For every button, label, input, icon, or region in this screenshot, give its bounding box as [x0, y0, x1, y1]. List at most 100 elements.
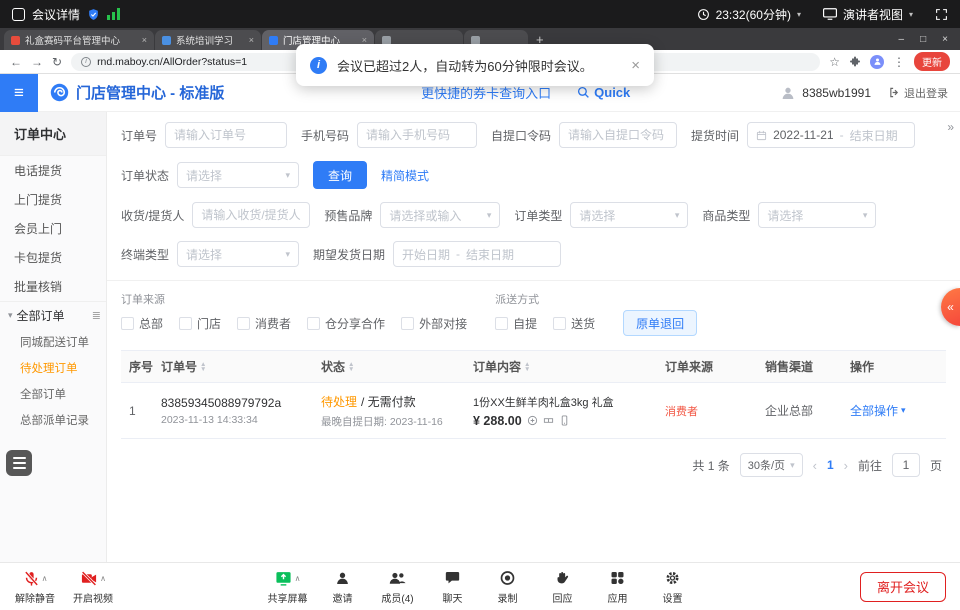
sidebar-group-all-orders[interactable]: ▾ 全部订单 ≣: [0, 301, 106, 329]
site-info-icon[interactable]: i: [81, 57, 91, 67]
all-actions-dropdown[interactable]: 全部操作 ▾: [850, 402, 946, 419]
close-tab-icon[interactable]: ×: [249, 35, 254, 45]
checkbox-external[interactable]: 外部对接: [401, 315, 467, 332]
goods-type-select[interactable]: 请选择 ▾: [758, 202, 876, 228]
terminal-type-select[interactable]: 请选择 ▾: [177, 241, 299, 267]
sidebar-pin-icon[interactable]: ≣: [92, 309, 101, 322]
order-no-input[interactable]: [165, 122, 287, 148]
fullscreen-icon[interactable]: [935, 8, 948, 21]
sidebar-item-card-pickup[interactable]: 卡包提货: [0, 243, 106, 272]
quick-search[interactable]: Quick: [577, 85, 630, 100]
logout-button[interactable]: 退出登录: [889, 85, 948, 101]
sidebar-item-phone-pickup[interactable]: 电话提货: [0, 156, 106, 185]
refresh-icon[interactable]: ↻: [52, 55, 62, 69]
chevron-up-icon[interactable]: ∧: [100, 574, 106, 583]
meeting-title[interactable]: 会议详情: [32, 6, 80, 23]
browser-update-button[interactable]: 更新: [914, 52, 950, 71]
record-button[interactable]: 录制: [483, 568, 533, 605]
chevron-up-icon[interactable]: ∧: [42, 574, 48, 583]
checkbox-icon[interactable]: [495, 317, 508, 330]
page-number[interactable]: 1: [827, 458, 834, 472]
checkbox-icon[interactable]: [401, 317, 414, 330]
sort-icon[interactable]: ▲▼: [348, 362, 354, 372]
search-button[interactable]: 查询: [313, 161, 367, 189]
apps-button[interactable]: 应用: [593, 568, 643, 605]
checkbox-self-pickup[interactable]: 自提: [495, 315, 537, 332]
sort-icon[interactable]: ▲▼: [200, 362, 206, 372]
sidebar-item-city-delivery[interactable]: 同城配送订单: [0, 329, 106, 355]
order-status-select[interactable]: 请选择 ▾: [177, 162, 299, 188]
chevron-down-icon: ▾: [863, 210, 868, 221]
sort-icon[interactable]: ▲▼: [524, 362, 530, 372]
receiver-input[interactable]: [192, 202, 310, 228]
simple-mode-link[interactable]: 精简模式: [381, 167, 429, 184]
meeting-timer[interactable]: 23:32(60分钟): [716, 6, 791, 23]
leave-meeting-button[interactable]: 离开会议: [860, 572, 946, 602]
username: 8385wb1991: [802, 86, 871, 100]
window-close-icon[interactable]: ×: [942, 34, 948, 45]
checkbox-consumer[interactable]: 消费者: [237, 315, 291, 332]
browser-tab[interactable]: 礼盒赛码平台管理中心 ×: [4, 30, 154, 50]
view-mode-caret-icon[interactable]: ▾: [909, 10, 913, 19]
members-button[interactable]: 成员(4): [373, 568, 423, 605]
prev-page-icon[interactable]: ‹: [813, 458, 817, 473]
user-info[interactable]: 8385wb1991: [780, 85, 871, 101]
sidebar-item-batch-verify[interactable]: 批量核销: [0, 272, 106, 301]
share-screen-button[interactable]: ∧ 共享屏幕: [263, 568, 313, 605]
chevron-up-icon[interactable]: ∧: [295, 574, 301, 583]
window-minimize-icon[interactable]: –: [899, 34, 905, 45]
close-tab-icon[interactable]: ×: [142, 35, 147, 45]
hand-reaction-icon: [555, 570, 571, 586]
sidebar-item-member-visit[interactable]: 会员上门: [0, 214, 106, 243]
extensions-icon[interactable]: [849, 56, 861, 68]
goto-page-input[interactable]: [892, 453, 920, 477]
checkbox-icon[interactable]: [553, 317, 566, 330]
phone-input[interactable]: [357, 122, 477, 148]
invite-button[interactable]: 邀请: [318, 568, 368, 605]
browser-tab[interactable]: 系统培训学习 ×: [155, 30, 261, 50]
checkbox-icon[interactable]: [121, 317, 134, 330]
timer-caret-icon[interactable]: ▾: [797, 10, 801, 19]
chat-button[interactable]: 聊天: [428, 568, 478, 605]
browser-profile-avatar[interactable]: [870, 55, 884, 69]
brand-logo-icon: [50, 83, 69, 102]
order-type-select[interactable]: 请选择 ▾: [570, 202, 688, 228]
checkbox-hq[interactable]: 总部: [121, 315, 163, 332]
expected-ship-date-range-picker[interactable]: 开始日期 - 结束日期: [393, 241, 561, 267]
checkbox-delivery[interactable]: 送货: [553, 315, 595, 332]
checkbox-icon[interactable]: [179, 317, 192, 330]
sidebar-item-door-pickup[interactable]: 上门提货: [0, 185, 106, 214]
presale-brand-select[interactable]: 请选择或输入 ▾: [380, 202, 500, 228]
close-icon[interactable]: ×: [631, 57, 640, 74]
calendar-icon: [756, 130, 767, 141]
network-signal-icon[interactable]: [107, 8, 120, 20]
checkbox-icon[interactable]: [307, 317, 320, 330]
view-mode-label[interactable]: 演讲者视图: [843, 6, 903, 23]
col-channel: 销售渠道: [765, 358, 850, 375]
window-maximize-icon[interactable]: □: [920, 34, 926, 45]
floating-list-widget[interactable]: [6, 450, 32, 476]
pickup-time-range-picker[interactable]: 2022-11-21 - 结束日期: [747, 122, 915, 148]
forward-icon[interactable]: →: [31, 55, 43, 69]
bookmark-star-icon[interactable]: ☆: [829, 55, 840, 69]
checkbox-icon[interactable]: [237, 317, 250, 330]
original-order-return-button[interactable]: 原单退回: [623, 310, 697, 336]
browser-menu-kebab-icon[interactable]: ⋮: [893, 55, 905, 69]
shield-check-icon[interactable]: [87, 8, 100, 21]
page-unit-label: 页: [930, 457, 942, 474]
sidebar-item-all-orders[interactable]: 全部订单: [0, 381, 106, 407]
settings-button[interactable]: 设置: [648, 568, 698, 605]
page-size-select[interactable]: 30条/页 ▾: [740, 453, 803, 477]
unmute-button[interactable]: ∧ 解除静音: [10, 568, 60, 605]
sidebar-item-pending-orders[interactable]: 待处理订单: [0, 355, 106, 381]
reaction-button[interactable]: 回应: [538, 568, 588, 605]
checkbox-store[interactable]: 门店: [179, 315, 221, 332]
start-video-button[interactable]: ∧ 开启视频: [68, 568, 118, 605]
menu-toggle-button[interactable]: ≡: [0, 74, 38, 112]
checkbox-warehouse-share[interactable]: 仓分享合作: [307, 315, 385, 332]
sidebar-item-hq-dispatch-log[interactable]: 总部派单记录: [0, 407, 106, 433]
pickup-code-input[interactable]: [559, 122, 677, 148]
next-page-icon[interactable]: ›: [844, 458, 848, 473]
back-icon[interactable]: ←: [10, 55, 22, 69]
collapse-filters-icon[interactable]: »: [947, 120, 954, 134]
